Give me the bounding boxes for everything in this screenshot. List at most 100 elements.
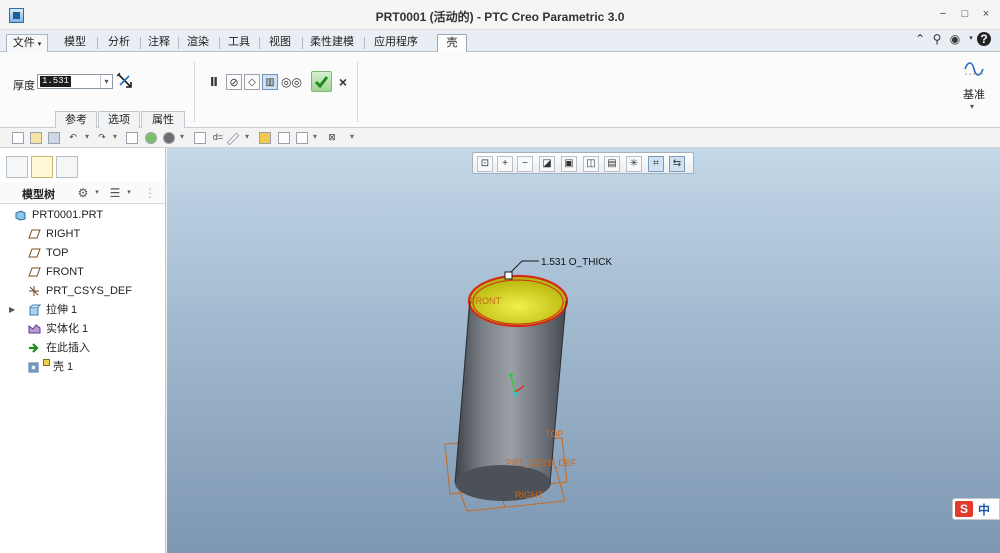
collapse-ribbon-icon[interactable]: ⌃ <box>913 32 927 46</box>
close-window-icon[interactable]: ⊠ <box>326 132 338 144</box>
window-icon[interactable] <box>296 132 308 144</box>
front-datum-label: FRONT <box>470 296 501 306</box>
redo-icon[interactable]: ↷ <box>96 132 108 144</box>
model-tree-tab-icon[interactable] <box>6 156 28 178</box>
chevron-down-icon[interactable]: ▾ <box>970 102 974 111</box>
tab-file[interactable]: 文件 ▾ <box>6 34 48 52</box>
tab-shell[interactable]: 壳 <box>437 34 467 53</box>
group-divider <box>357 62 358 122</box>
tab-divider <box>97 37 98 49</box>
tab-divider <box>219 37 220 49</box>
tab-analysis[interactable]: 分析 <box>100 34 138 52</box>
tab-render[interactable]: 渲染 <box>180 34 216 52</box>
cancel-button[interactable]: × <box>336 74 350 90</box>
model-tree-settings-icon[interactable] <box>278 132 290 144</box>
datum-icon[interactable] <box>963 58 985 80</box>
thickness-input[interactable]: 1.531 ▾ <box>37 74 113 89</box>
chevron-down-icon[interactable]: ▾ <box>122 186 136 200</box>
regenerate-icon[interactable] <box>126 132 138 144</box>
navigator-panel: 模型树 ⚙ ▾ ☰ ▾ ⋮ PRT0001.PRT RIGHT TOP FRON… <box>0 148 166 553</box>
thickness-value: 1.531 <box>40 76 72 87</box>
tree-item-label: 在此插入 <box>46 342 90 354</box>
csys-label: PRT_CSYS_DEF <box>506 458 577 468</box>
show-icon[interactable]: ☰ <box>108 186 122 200</box>
chevron-down-icon[interactable]: ▾ <box>90 186 104 200</box>
appearance-icon[interactable] <box>259 132 271 144</box>
datum-label[interactable]: 基准 <box>963 86 985 102</box>
top-datum-label: TOP <box>545 429 563 439</box>
tree-item-label: PRT_CSYS_DEF <box>46 285 132 297</box>
tab-references[interactable]: 参考 <box>55 111 97 128</box>
chevron-down-icon[interactable]: ▾ <box>964 32 978 46</box>
dashboard-sub-tabs: 参考 选项 属性 <box>55 111 185 128</box>
window-title: PRT0001 (活动的) - PTC Creo Parametric 3.0 <box>375 10 625 24</box>
ime-mode-label: 中 <box>978 503 991 517</box>
tab-model[interactable]: 模型 <box>56 34 94 52</box>
search-icon[interactable]: ⚲ <box>930 32 944 46</box>
sogou-logo-icon: S <box>955 501 973 517</box>
close-button[interactable]: × <box>978 7 994 21</box>
verify-glasses-icon[interactable]: ◎◎ <box>281 74 302 90</box>
save-icon[interactable] <box>48 132 60 144</box>
chevron-down-icon[interactable]: ▾ <box>113 132 117 141</box>
tab-view[interactable]: 视图 <box>261 34 299 52</box>
geometry-preview-icon[interactable]: ◇ <box>244 74 260 90</box>
no-preview-icon[interactable]: ⊘ <box>226 74 242 90</box>
tree-item-label: PRT0001.PRT <box>32 209 104 221</box>
dimension-icon[interactable]: d= <box>212 132 224 144</box>
chevron-down-icon: ▾ <box>37 41 42 48</box>
extrude-icon <box>29 304 41 316</box>
chevron-down-icon[interactable]: ▾ <box>180 132 184 141</box>
measure-icon[interactable] <box>226 132 240 146</box>
thickness-dimension-label[interactable]: 1.531 O_THICK <box>541 257 612 268</box>
chevron-down-icon[interactable]: ▾ <box>85 132 89 141</box>
expand-arrow-icon[interactable]: ▶ <box>9 301 15 319</box>
graphics-window[interactable]: ⊡ + − ◪ ▣ ◫ ▤ ✳ ⌗ ⇆ 1.531 O_THICK FRONT … <box>167 148 1000 553</box>
folder-browser-tab-icon[interactable] <box>31 156 53 178</box>
tab-divider <box>364 37 365 49</box>
shading-icon[interactable] <box>145 132 157 144</box>
feature-preview-icon[interactable]: ▥ <box>262 74 278 90</box>
chevron-down-icon[interactable]: ▾ <box>100 75 112 88</box>
drag-handle[interactable] <box>504 271 513 280</box>
insert-here-icon <box>29 343 39 353</box>
maximize-button[interactable]: □ <box>957 7 973 21</box>
model-viewport[interactable]: 1.531 O_THICK FRONT TOP PRT_CSYS_DEF RIG… <box>167 148 1000 553</box>
undo-icon[interactable]: ↶ <box>67 132 79 144</box>
ok-button[interactable] <box>311 71 332 92</box>
solidify-icon <box>28 324 41 334</box>
community-icon[interactable]: ◉ <box>948 32 962 46</box>
customize-toolbar-icon[interactable]: ▾ <box>350 132 354 141</box>
tree-item-label: TOP <box>46 247 69 259</box>
cylinder-body[interactable] <box>455 301 566 483</box>
tab-applications[interactable]: 应用程序 <box>366 34 426 52</box>
thickness-label: 厚度 <box>13 80 35 92</box>
ribbon-tab-bar: 文件 ▾ 模型 分析 注释 渲染 工具 视图 柔性建模 应用程序 壳 <box>0 30 1000 53</box>
chevron-down-icon[interactable]: ▾ <box>245 132 249 141</box>
tab-tools[interactable]: 工具 <box>221 34 257 52</box>
settings-icon[interactable]: ⚙ <box>76 186 90 200</box>
tab-divider <box>140 37 141 49</box>
pause-icon[interactable]: Ⅱ <box>206 74 222 90</box>
datum-plane-icon <box>28 229 41 239</box>
tree-item-label: 实体化 1 <box>46 323 89 335</box>
open-file-icon[interactable] <box>30 132 42 144</box>
tab-options[interactable]: 选项 <box>98 111 140 128</box>
help-icon[interactable]: ? <box>977 32 991 46</box>
tab-annotate[interactable]: 注释 <box>142 34 176 52</box>
filter-icon[interactable]: ⋮ <box>143 186 157 200</box>
display-style-icon[interactable] <box>163 132 175 144</box>
named-view-icon[interactable] <box>194 132 206 144</box>
dimension-leader <box>508 260 539 275</box>
tab-flexible-modeling[interactable]: 柔性建模 <box>304 34 360 52</box>
flip-direction-icon[interactable] <box>115 71 135 91</box>
model-tree-title: 模型树 <box>22 189 55 201</box>
chevron-down-icon[interactable]: ▾ <box>313 132 317 141</box>
ime-indicator[interactable]: S 中 <box>952 498 1000 520</box>
favorites-tab-icon[interactable] <box>56 156 78 178</box>
tab-divider <box>259 37 260 49</box>
minimize-button[interactable]: − <box>935 7 951 21</box>
tab-properties[interactable]: 属性 <box>141 111 185 128</box>
tree-item-label: 壳 1 <box>53 361 74 373</box>
new-file-icon[interactable] <box>12 132 24 144</box>
